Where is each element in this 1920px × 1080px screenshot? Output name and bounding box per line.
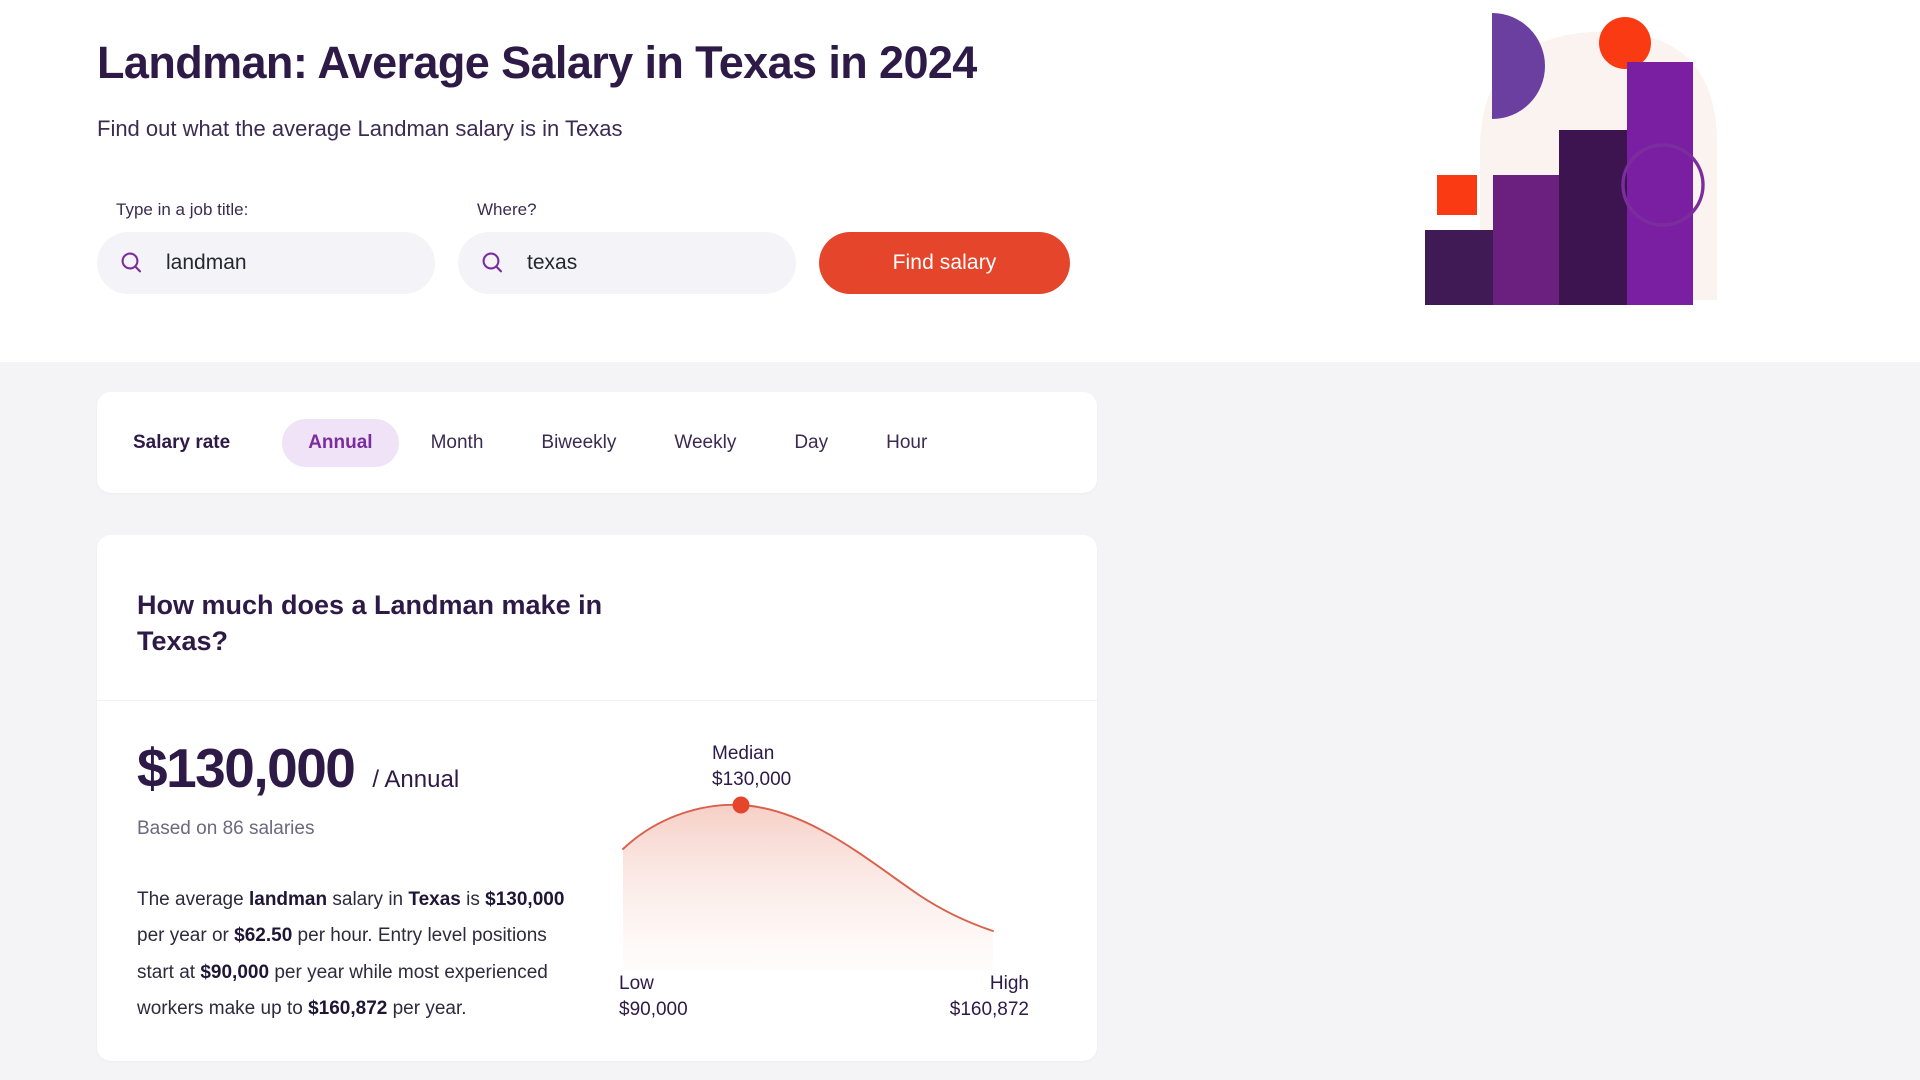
bar-chart-illustration — [1425, 0, 1775, 362]
desc-bold-hourly: $62.50 — [234, 925, 293, 947]
chart-area-fill — [623, 804, 993, 971]
salary-amount-row: $130,000 / Annual — [137, 736, 597, 799]
tab-annual[interactable]: Annual — [282, 418, 399, 467]
chart-median-marker — [732, 796, 750, 814]
tab-biweekly[interactable]: Biweekly — [515, 419, 642, 467]
salary-detail-card: How much does a Landman make in Texas? $… — [97, 535, 1097, 1061]
job-title-label: Type in a job title: — [116, 200, 249, 219]
salary-card-heading: How much does a Landman make in Texas? — [137, 590, 603, 657]
tab-month[interactable]: Month — [405, 419, 510, 467]
search-icon — [480, 250, 506, 276]
job-title-input[interactable]: landman — [97, 232, 435, 294]
salary-amount: $130,000 — [137, 736, 356, 799]
desc-bold-entry: $90,000 — [200, 961, 270, 983]
salary-card-body: $130,000 / Annual Based on 86 salaries T… — [97, 701, 1097, 1031]
page-title: Landman: Average Salary in Texas in 2024 — [97, 37, 977, 88]
desc-part-2: salary in — [327, 888, 409, 910]
location-label: Where? — [477, 200, 537, 219]
desc-bold-state: Texas — [408, 888, 461, 910]
chart-low-annotation: Low $90,000 — [619, 971, 688, 1022]
salary-period: / Annual — [372, 765, 460, 793]
find-salary-button[interactable]: Find salary — [819, 232, 1070, 294]
chart-low-label: Low — [619, 972, 654, 994]
desc-bold-annual: $130,000 — [485, 888, 565, 910]
desc-part-4: per year or — [137, 925, 235, 947]
location-field-group: Where? texas — [458, 200, 796, 294]
salary-distribution-chart: Median $130,000 Low $90,000 High $160,87… — [619, 741, 1057, 1031]
based-on-count: Based on 86 salaries — [137, 817, 315, 839]
salary-rate-label: Salary rate — [133, 431, 231, 453]
desc-part-1: The average — [137, 888, 249, 910]
location-input[interactable]: texas — [458, 232, 796, 294]
page-subtitle: Find out what the average Landman salary… — [97, 116, 623, 142]
chart-low-value: $90,000 — [619, 998, 688, 1020]
main-content: Salary rate Annual Month Biweekly Weekly… — [0, 362, 1920, 1061]
desc-bold-job: landman — [248, 888, 328, 910]
chart-curve — [622, 796, 994, 971]
tab-hour[interactable]: Hour — [860, 419, 953, 467]
desc-bold-high: $160,872 — [308, 998, 388, 1020]
chart-median-annotation: Median $130,000 — [712, 741, 791, 792]
job-title-field-group: Type in a job title: landman — [97, 200, 435, 294]
salary-rate-card: Salary rate Annual Month Biweekly Weekly… — [97, 392, 1097, 493]
desc-part-3: is — [460, 888, 486, 910]
salary-search-form: Type in a job title: landman Where? texa… — [97, 200, 1070, 294]
search-icon — [119, 250, 145, 276]
desc-part-7: per year. — [387, 998, 467, 1020]
salary-description: The average landman salary in Texas is $… — [137, 882, 585, 1028]
salary-card-header: How much does a Landman make in Texas? — [97, 535, 1097, 701]
chart-high-annotation: High $160,872 — [950, 971, 1029, 1022]
chart-axis-labels: Low $90,000 High $160,872 — [619, 971, 1029, 1022]
salary-summary: $130,000 / Annual Based on 86 salaries T… — [137, 736, 597, 1031]
job-title-value: landman — [166, 251, 247, 274]
hero-text-block: Landman: Average Salary in Texas in 2024… — [97, 0, 1197, 145]
chart-median-value: $130,000 — [712, 768, 792, 790]
tab-weekly[interactable]: Weekly — [648, 419, 762, 467]
tab-day[interactable]: Day — [768, 419, 854, 467]
salary-rate-tabs: Annual Month Biweekly Weekly Day Hour — [282, 418, 953, 467]
location-value: texas — [527, 251, 578, 274]
chart-high-label: High — [989, 972, 1029, 994]
chart-median-label: Median — [712, 742, 775, 764]
hero-section: Landman: Average Salary in Texas in 2024… — [0, 0, 1920, 362]
chart-high-value: $160,872 — [949, 998, 1029, 1020]
